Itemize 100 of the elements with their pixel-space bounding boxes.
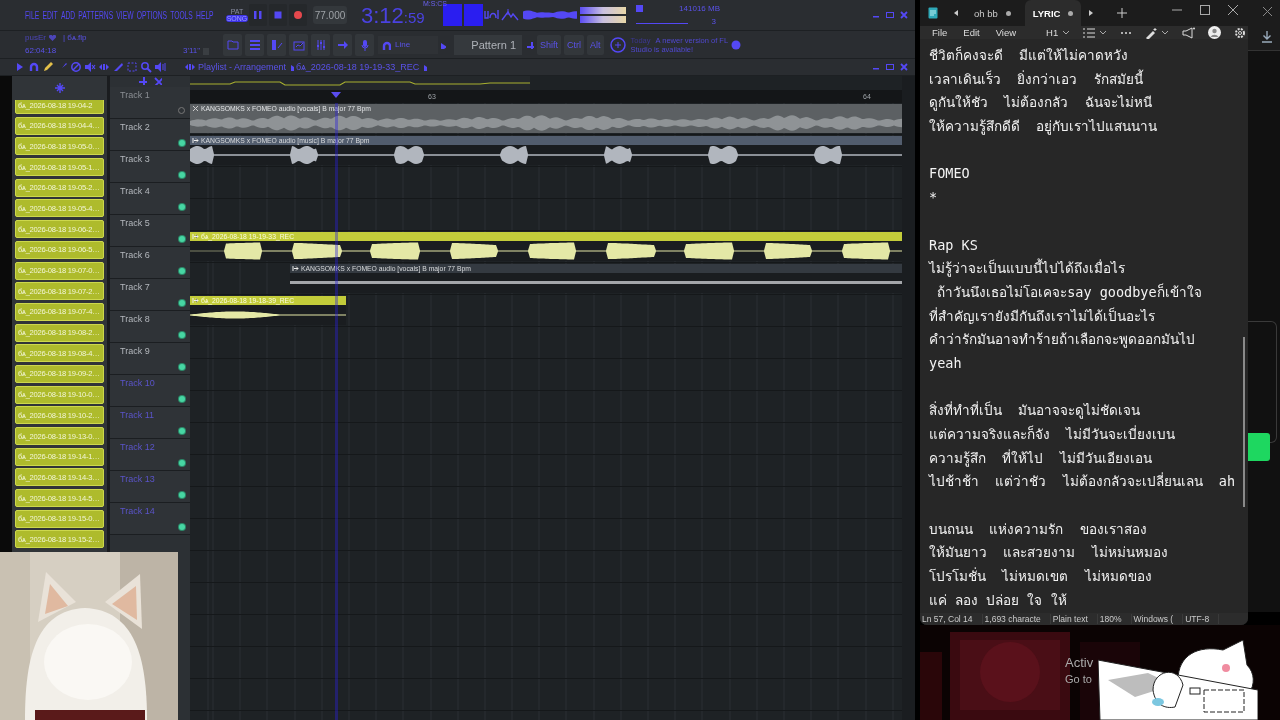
text-line: ถ้าวันนึงเธอไม่โอเคจะsay goodbyeก็เข้าใจ <box>936 282 1203 302</box>
arrow-icon[interactable] <box>438 40 446 49</box>
microphone-button[interactable] <box>355 33 374 56</box>
close-icon[interactable] <box>1228 5 1238 15</box>
mixer-icon <box>314 38 327 51</box>
track-name: Track 10 <box>120 378 155 388</box>
playlist-icon <box>184 61 196 73</box>
modifier-key[interactable]: Ctrl <box>564 34 584 55</box>
menu-item[interactable]: View <box>995 27 1017 38</box>
cpu-square <box>636 5 643 12</box>
track-toggle[interactable] <box>179 428 185 434</box>
text-line: ไปช้าช้า แต่ว่าชัว ไม่ต้องกลัวจะเปลี่ยนเลน ah <box>929 471 1237 492</box>
tab[interactable]: LYRIC <box>1024 0 1082 26</box>
remove-icon[interactable] <box>153 76 162 85</box>
menu-item[interactable]: TOOLS <box>170 9 193 21</box>
avatar-icon[interactable] <box>1208 26 1222 39</box>
heart-icon <box>48 34 56 41</box>
text-line: ที่สำคัญเรายังมีกันถึงเราไม่ได้เป็นอะไร <box>929 306 1156 326</box>
speaker-icon[interactable] <box>154 61 166 73</box>
zoom-icon[interactable] <box>140 61 152 73</box>
scrollbar[interactable] <box>902 76 915 720</box>
slip-icon[interactable] <box>192 137 199 144</box>
news-icon[interactable] <box>608 35 627 54</box>
wave-icon[interactable] <box>483 8 501 22</box>
text-line: แต่ความจริงและก็จัง ไม่มีวันจะเบี่ยงเบน <box>929 424 1177 444</box>
modifier-key[interactable]: Shift <box>537 34 561 55</box>
list-button[interactable] <box>245 33 264 56</box>
track-toggle[interactable] <box>179 172 185 178</box>
graph-button[interactable] <box>289 33 308 56</box>
text-line: ความรู้สึก ที่ให้ไป ไม่มีวันเอียงเอน <box>929 448 1153 469</box>
select-icon[interactable] <box>126 61 138 73</box>
list-dropdown[interactable] <box>1083 27 1108 38</box>
pattern-selector[interactable]: Pattern 1 <box>454 34 522 55</box>
keys-button[interactable] <box>267 33 286 56</box>
stop-button[interactable] <box>269 4 287 26</box>
track-toggle[interactable] <box>179 332 185 338</box>
track-toggle[interactable] <box>179 204 185 210</box>
track-name: Track 3 <box>120 154 150 164</box>
track-name: Track 7 <box>120 282 150 292</box>
text-line: ให้ความรู้สึกดีดี อยู่กับเราไปแสนนาน <box>929 117 1159 137</box>
track-toggle[interactable] <box>179 140 185 146</box>
menu-item[interactable]: Edit <box>963 27 980 38</box>
track-toggle[interactable] <box>179 364 185 370</box>
mute-icon[interactable] <box>192 105 199 112</box>
new-tab-icon[interactable] <box>1117 8 1128 18</box>
project-length: 3'11" <box>183 46 201 55</box>
slip-icon[interactable] <box>292 265 299 272</box>
menu-item[interactable]: PATTERNS <box>78 9 114 21</box>
track-toggle[interactable] <box>179 268 185 274</box>
modifier-key[interactable]: Alt <box>587 34 604 55</box>
track-toggle[interactable] <box>179 524 185 530</box>
text-line: * <box>929 188 939 208</box>
download-icon[interactable] <box>1261 30 1273 43</box>
menu-item[interactable]: ADD <box>60 9 76 21</box>
mute-icon[interactable] <box>84 61 96 73</box>
menu-item[interactable]: HELP <box>196 9 214 21</box>
folder-button[interactable] <box>223 33 242 56</box>
track-toggle[interactable] <box>179 300 185 306</box>
close-icon[interactable] <box>1262 7 1272 17</box>
menu-item[interactable]: VIEW <box>116 9 134 21</box>
menu-item[interactable]: FILE <box>25 9 40 21</box>
add-icon[interactable] <box>138 76 147 85</box>
menu-item[interactable]: File <box>932 27 948 38</box>
block-icon[interactable] <box>70 61 82 73</box>
oscilloscope <box>523 8 578 22</box>
track-toggle[interactable] <box>179 460 185 466</box>
status-item: Ln 57, Col 14 <box>920 613 983 624</box>
tab[interactable]: oh bb <box>966 0 1019 26</box>
pause-button[interactable] <box>249 4 267 26</box>
settings-icon[interactable] <box>1234 26 1247 39</box>
plus-icon[interactable] <box>526 40 534 49</box>
pencil-icon[interactable] <box>42 61 54 73</box>
peak-icon[interactable] <box>501 8 519 22</box>
track-name: Track 11 <box>120 410 154 420</box>
track-name: Track 1 <box>120 90 150 100</box>
previous-tab-icon[interactable] <box>952 9 960 17</box>
track-toggle[interactable] <box>179 236 185 242</box>
text-line: เวลาเดินเร็ว ยิ่งกว่าเอว รักสมัยนี้ <box>929 68 1144 89</box>
track-toggle[interactable] <box>179 396 185 402</box>
menu-item[interactable]: OPTIONS <box>136 9 167 21</box>
maximize-icon[interactable] <box>1200 5 1210 15</box>
menu-item[interactable]: EDIT <box>42 9 58 21</box>
status-item: Windows ( <box>1131 613 1184 624</box>
arrangement-name[interactable]: бѧ_2026-08-18 19-19-33_REC <box>296 62 420 72</box>
copilot-dropdown[interactable] <box>1145 26 1170 39</box>
megaphone-icon[interactable] <box>1182 26 1196 39</box>
mixer-button[interactable] <box>311 33 330 56</box>
arrow-icon <box>336 38 349 51</box>
track-name: Track 6 <box>120 250 150 260</box>
record-button[interactable] <box>289 4 307 26</box>
globe-icon[interactable] <box>730 39 741 50</box>
scrollbar[interactable] <box>1243 337 1245 507</box>
tempo-field[interactable]: 77.000 <box>313 6 347 24</box>
knife-icon[interactable] <box>112 61 124 73</box>
arrow-button[interactable] <box>333 33 352 56</box>
heading-dropdown[interactable]: H1 <box>1046 27 1071 38</box>
snap-selector[interactable]: Line <box>378 35 438 54</box>
more-icon[interactable] <box>1120 30 1133 35</box>
list-icon <box>248 38 261 51</box>
track-toggle[interactable] <box>179 492 185 498</box>
